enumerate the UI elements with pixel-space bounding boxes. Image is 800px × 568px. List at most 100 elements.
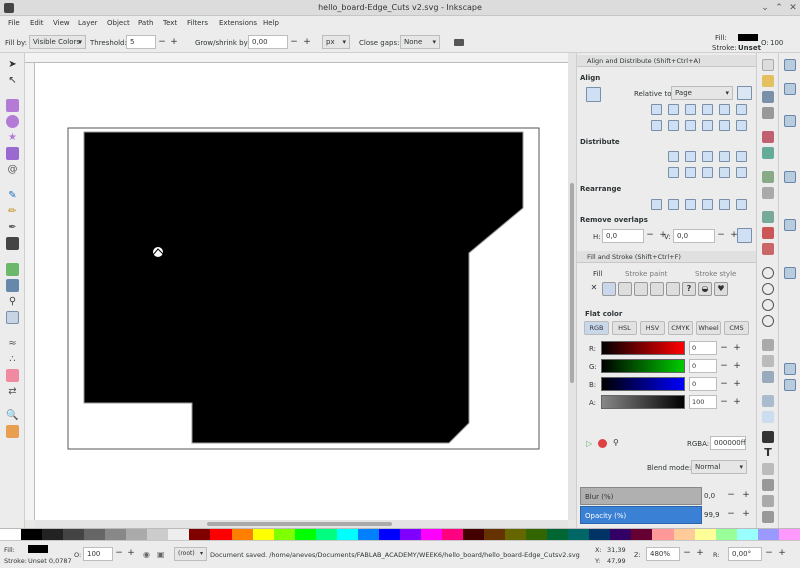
palette-swatch[interactable] <box>84 529 106 540</box>
grow-increment-button[interactable]: + <box>301 36 313 50</box>
unset-paint-icon[interactable]: ◒ <box>698 282 712 296</box>
radial-gradient-icon[interactable] <box>634 282 648 296</box>
opacity-slider[interactable]: Opacity (%) <box>580 506 702 524</box>
palette-swatch[interactable] <box>231 529 253 540</box>
remove-overlaps-button[interactable] <box>737 228 752 243</box>
clone-icon[interactable] <box>762 355 774 367</box>
blur-increment[interactable]: + <box>740 489 752 503</box>
relative-to-dropdown[interactable]: Page <box>671 86 733 100</box>
copy-icon[interactable] <box>762 211 774 223</box>
palette-swatch[interactable] <box>420 529 442 540</box>
blend-mode-dropdown[interactable]: Normal <box>691 460 747 474</box>
tab-stroke-style[interactable]: Stroke style <box>695 267 736 281</box>
grow-shrink-input[interactable]: 0,00 <box>248 35 288 49</box>
distribute-gaps-h-icon[interactable] <box>719 151 730 162</box>
distribute-center-icon[interactable] <box>685 151 696 162</box>
distribute-top-icon[interactable] <box>668 167 679 178</box>
snap-nodes-icon[interactable] <box>784 171 796 183</box>
layers-dialog-icon[interactable] <box>762 479 774 491</box>
opacity-decrement[interactable]: − <box>725 508 737 522</box>
distribute-middle-icon[interactable] <box>685 167 696 178</box>
mesh-gradient-icon[interactable] <box>650 282 664 296</box>
palette-swatch[interactable] <box>736 529 758 540</box>
blue-value-input[interactable]: 0 <box>689 377 717 391</box>
distribute-bottom-icon[interactable] <box>702 167 713 178</box>
connector-tool-icon[interactable]: ⇄ <box>6 385 19 398</box>
zoom-tool-icon[interactable]: 🔍 <box>6 409 19 422</box>
overlap-v-decrement[interactable]: − <box>715 229 727 243</box>
layer-visibility-icon[interactable]: ◉ <box>143 550 150 559</box>
palette-swatch[interactable] <box>631 529 653 540</box>
palette-swatch[interactable] <box>42 529 64 540</box>
horizontal-scroll-thumb[interactable] <box>207 522 392 526</box>
xml-editor-icon[interactable] <box>762 463 774 475</box>
vertical-scroll-thumb[interactable] <box>570 183 574 383</box>
threshold-input[interactable]: 5 <box>126 35 156 49</box>
snap-enable-icon[interactable] <box>784 59 796 71</box>
preferences-icon[interactable] <box>762 511 774 523</box>
calligraphy-tool-icon[interactable]: ✒ <box>6 221 19 234</box>
align-center-horizontal-icon[interactable] <box>685 120 696 131</box>
text-tool-icon[interactable] <box>6 237 19 250</box>
linear-gradient-icon[interactable] <box>618 282 632 296</box>
current-layer-dropdown[interactable]: (root) <box>174 547 207 561</box>
opacity-increment[interactable]: + <box>740 508 752 522</box>
snap-path-icon[interactable] <box>784 187 796 199</box>
no-paint-icon[interactable]: ✕ <box>587 282 601 296</box>
align-left-icon[interactable] <box>668 104 679 115</box>
palette-swatch[interactable] <box>357 529 379 540</box>
zoom-increment[interactable]: + <box>694 547 706 561</box>
red-slider[interactable] <box>601 341 685 355</box>
spiral-tool-icon[interactable]: @ <box>6 163 19 176</box>
cut-icon[interactable] <box>762 227 774 239</box>
palette-swatch[interactable] <box>252 529 274 540</box>
close-icon[interactable]: ✕ <box>788 3 798 13</box>
align-center-vertical-icon[interactable] <box>685 104 696 115</box>
horizontal-scrollbar[interactable] <box>35 520 568 528</box>
green-decrement[interactable]: − <box>718 360 730 374</box>
dropper-tool-icon[interactable]: ⚲ <box>6 295 19 308</box>
palette-swatch[interactable] <box>126 529 148 540</box>
blue-slider[interactable] <box>601 377 685 391</box>
paste-icon[interactable] <box>762 243 774 255</box>
exchange-positions-icon[interactable] <box>668 199 679 210</box>
color-picker-icon[interactable]: ⚲ <box>613 438 619 447</box>
blue-decrement[interactable]: − <box>718 378 730 392</box>
new-document-icon[interactable] <box>762 59 774 71</box>
status-opacity-input[interactable]: 100 <box>83 547 113 561</box>
alpha-slider[interactable] <box>601 395 685 409</box>
snap-grid-icon[interactable] <box>784 347 796 359</box>
palette-swatch[interactable] <box>0 529 22 540</box>
zoom-drawing-icon[interactable] <box>762 283 774 295</box>
snap-bbox-icon[interactable] <box>784 83 796 95</box>
distribute-left-icon[interactable] <box>668 151 679 162</box>
zoom-width-icon[interactable] <box>762 315 774 327</box>
distribute-vertical-baseline-icon[interactable] <box>736 167 747 178</box>
palette-swatch[interactable] <box>757 529 779 540</box>
palette-swatch[interactable] <box>715 529 737 540</box>
align-as-group-icon[interactable] <box>586 87 601 102</box>
snap-page-border-icon[interactable] <box>784 331 796 343</box>
menu-filters[interactable]: Filters <box>187 19 208 27</box>
blur-slider[interactable]: Blur (%) <box>580 487 702 505</box>
exchange-z-order-icon[interactable] <box>685 199 696 210</box>
snap-others-icon[interactable] <box>784 379 796 391</box>
threshold-decrement-button[interactable]: − <box>156 36 168 50</box>
menu-path[interactable]: Path <box>138 19 153 27</box>
snap-intersection-icon[interactable] <box>784 203 796 215</box>
text-font-dialog-icon[interactable]: T <box>762 447 774 459</box>
tab-stroke-paint[interactable]: Stroke paint <box>625 267 667 281</box>
fill-stroke-dialog-icon[interactable] <box>762 431 774 443</box>
green-slider[interactable] <box>601 359 685 373</box>
distribute-baseline-icon[interactable] <box>736 151 747 162</box>
flat-color-icon[interactable] <box>602 282 616 296</box>
pencil-tool-icon[interactable]: ✏ <box>6 205 19 218</box>
overlap-h-input[interactable]: 0,0 <box>602 229 644 243</box>
overlap-h-decrement[interactable]: − <box>644 229 656 243</box>
palette-swatch[interactable] <box>168 529 190 540</box>
ungroup-icon[interactable] <box>762 411 774 423</box>
fill-swatch[interactable] <box>738 34 758 41</box>
snap-cusp-icon[interactable] <box>784 219 796 231</box>
snap-smooth-icon[interactable] <box>784 235 796 247</box>
align-dialog-icon[interactable] <box>762 495 774 507</box>
